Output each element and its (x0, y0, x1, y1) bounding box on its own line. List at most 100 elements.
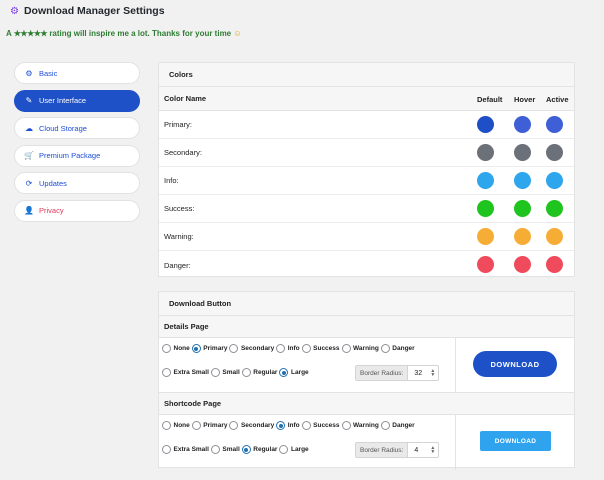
details-style-option-primary[interactable]: Primary (191, 344, 228, 353)
details-size-options: Extra Small Small Regular Large (162, 368, 311, 377)
details-border-radius-field[interactable]: Border Radius: 32 ▲ ▼ (355, 365, 440, 381)
radio-button[interactable] (241, 445, 251, 454)
rating-prefix: A (6, 29, 12, 38)
radio-button[interactable] (380, 421, 390, 430)
color-swatch-hover[interactable] (514, 200, 531, 217)
radio-button[interactable] (162, 421, 171, 430)
radio-button[interactable] (380, 344, 390, 353)
radio-label: Danger (392, 422, 415, 429)
shortcode-size-option-small[interactable]: Small (210, 445, 240, 454)
sidebar-item-premium-package[interactable]: 🛒 Premium Package (14, 144, 140, 167)
radio-label: None (173, 345, 190, 352)
shortcode-style-option-info[interactable]: Info (276, 421, 300, 430)
color-swatch-active[interactable] (546, 172, 563, 189)
radio-button[interactable] (229, 344, 239, 353)
shortcode-size-option-large[interactable]: Large (279, 445, 309, 454)
radio-button[interactable] (191, 421, 201, 430)
details-style-option-secondary[interactable]: Secondary (229, 344, 274, 353)
color-swatch-active[interactable] (546, 228, 563, 245)
shortcode-border-radius-field[interactable]: Border Radius: 4 ▲ ▼ (355, 442, 440, 458)
details-size-option-large[interactable]: Large (279, 368, 309, 377)
radio-button[interactable] (276, 344, 286, 353)
sidebar-item-label: Updates (39, 178, 67, 188)
radio-button[interactable] (162, 445, 171, 454)
color-swatch-active[interactable] (546, 144, 563, 161)
shortcode-page-heading: Shortcode Page (159, 393, 574, 415)
details-style-option-warning[interactable]: Warning (341, 344, 379, 353)
details-size-option-extra-small[interactable]: Extra Small (162, 368, 209, 377)
sidebar-item-label: User Interface (39, 96, 87, 105)
details-style-option-none[interactable]: None (162, 344, 190, 353)
radio-button[interactable] (229, 421, 239, 430)
radio-label: Secondary (240, 345, 275, 352)
shortcode-style-options: None Primary Secondary Info Success Warning Da… (162, 421, 417, 430)
details-style-option-success[interactable]: Success (301, 344, 340, 353)
details-download-preview-button[interactable]: DOWNLOAD (473, 351, 557, 377)
color-swatch-hover[interactable] (514, 116, 531, 133)
radio-button[interactable] (191, 344, 201, 353)
color-swatch-hover[interactable] (514, 172, 531, 189)
radio-label: Primary (203, 422, 228, 429)
shortcode-style-option-danger[interactable]: Danger (380, 421, 415, 430)
shortcode-style-option-success[interactable]: Success (301, 421, 340, 430)
radio-button[interactable] (341, 421, 351, 430)
radio-label: Primary (203, 345, 228, 352)
border-radius-value[interactable]: 4 (414, 447, 418, 454)
details-size-option-regular[interactable]: Regular (241, 368, 278, 377)
details-style-option-danger[interactable]: Danger (380, 344, 415, 353)
color-swatch-default[interactable] (477, 172, 494, 189)
details-style-option-info[interactable]: Info (276, 344, 300, 353)
radio-button[interactable] (162, 368, 171, 377)
border-radius-value[interactable]: 32 (414, 370, 422, 377)
radio-button[interactable] (241, 368, 251, 377)
shortcode-size-option-regular[interactable]: Regular (241, 445, 277, 454)
sidebar-item-basic[interactable]: ⚙ Basic (14, 62, 140, 84)
radio-button[interactable] (210, 368, 220, 377)
color-swatch-default[interactable] (477, 228, 494, 245)
border-radius-input[interactable]: 32 ▲ ▼ (408, 366, 438, 380)
color-swatch-active[interactable] (546, 200, 563, 217)
radio-button[interactable] (162, 344, 171, 353)
spinner-arrows-icon[interactable]: ▲ ▼ (430, 446, 435, 455)
sidebar-item-user-interface[interactable]: ✎ User Interface (14, 89, 140, 112)
rating-stars[interactable]: ★★★★★ (14, 29, 48, 38)
color-swatch-hover[interactable] (514, 228, 531, 245)
radio-button[interactable] (210, 445, 220, 454)
preview-divider (455, 338, 456, 392)
color-swatch-active[interactable] (546, 116, 563, 133)
radio-button[interactable] (301, 421, 311, 430)
radio-button[interactable] (301, 344, 311, 353)
cart-icon: 🛒 (24, 151, 34, 160)
color-swatch-hover[interactable] (514, 256, 531, 273)
details-page-settings: None Primary Secondary Info Success Warning Da… (159, 338, 574, 393)
color-swatch-hover[interactable] (514, 144, 531, 161)
color-swatch-default[interactable] (477, 116, 494, 133)
details-size-option-small[interactable]: Small (210, 368, 240, 377)
preview-divider (455, 415, 456, 470)
shortcode-style-option-warning[interactable]: Warning (341, 421, 379, 430)
shortcode-download-preview-button[interactable]: DOWNLOAD (480, 431, 551, 451)
spinner-arrows-icon[interactable]: ▲ ▼ (430, 369, 435, 378)
sidebar-item-cloud-storage[interactable]: ☁ Cloud Storage (14, 117, 140, 139)
color-name-label: Success: (164, 204, 195, 213)
color-swatch-default[interactable] (477, 200, 494, 217)
shortcode-size-options: Extra Small Small Regular Large (162, 445, 311, 454)
radio-button[interactable] (276, 421, 286, 430)
shortcode-style-option-secondary[interactable]: Secondary (229, 421, 274, 430)
radio-button[interactable] (279, 445, 289, 454)
radio-button[interactable] (279, 368, 289, 377)
sidebar-item-updates[interactable]: ⟳ Updates (14, 172, 140, 194)
color-swatch-active[interactable] (546, 256, 563, 273)
shortcode-size-option-extra-small[interactable]: Extra Small (162, 445, 209, 454)
color-swatch-default[interactable] (477, 144, 494, 161)
shortcode-style-option-none[interactable]: None (162, 421, 190, 430)
radio-label: Regular (253, 369, 278, 376)
shortcode-style-option-primary[interactable]: Primary (191, 421, 228, 430)
radio-label: Danger (392, 345, 415, 352)
sidebar-item-label: Basic (39, 68, 58, 78)
radio-button[interactable] (341, 344, 351, 353)
user-shield-icon: 👤 (24, 206, 34, 215)
sidebar-item-privacy[interactable]: 👤 Privacy (14, 199, 140, 222)
border-radius-input[interactable]: 4 ▲ ▼ (408, 443, 438, 457)
color-swatch-default[interactable] (477, 256, 494, 273)
